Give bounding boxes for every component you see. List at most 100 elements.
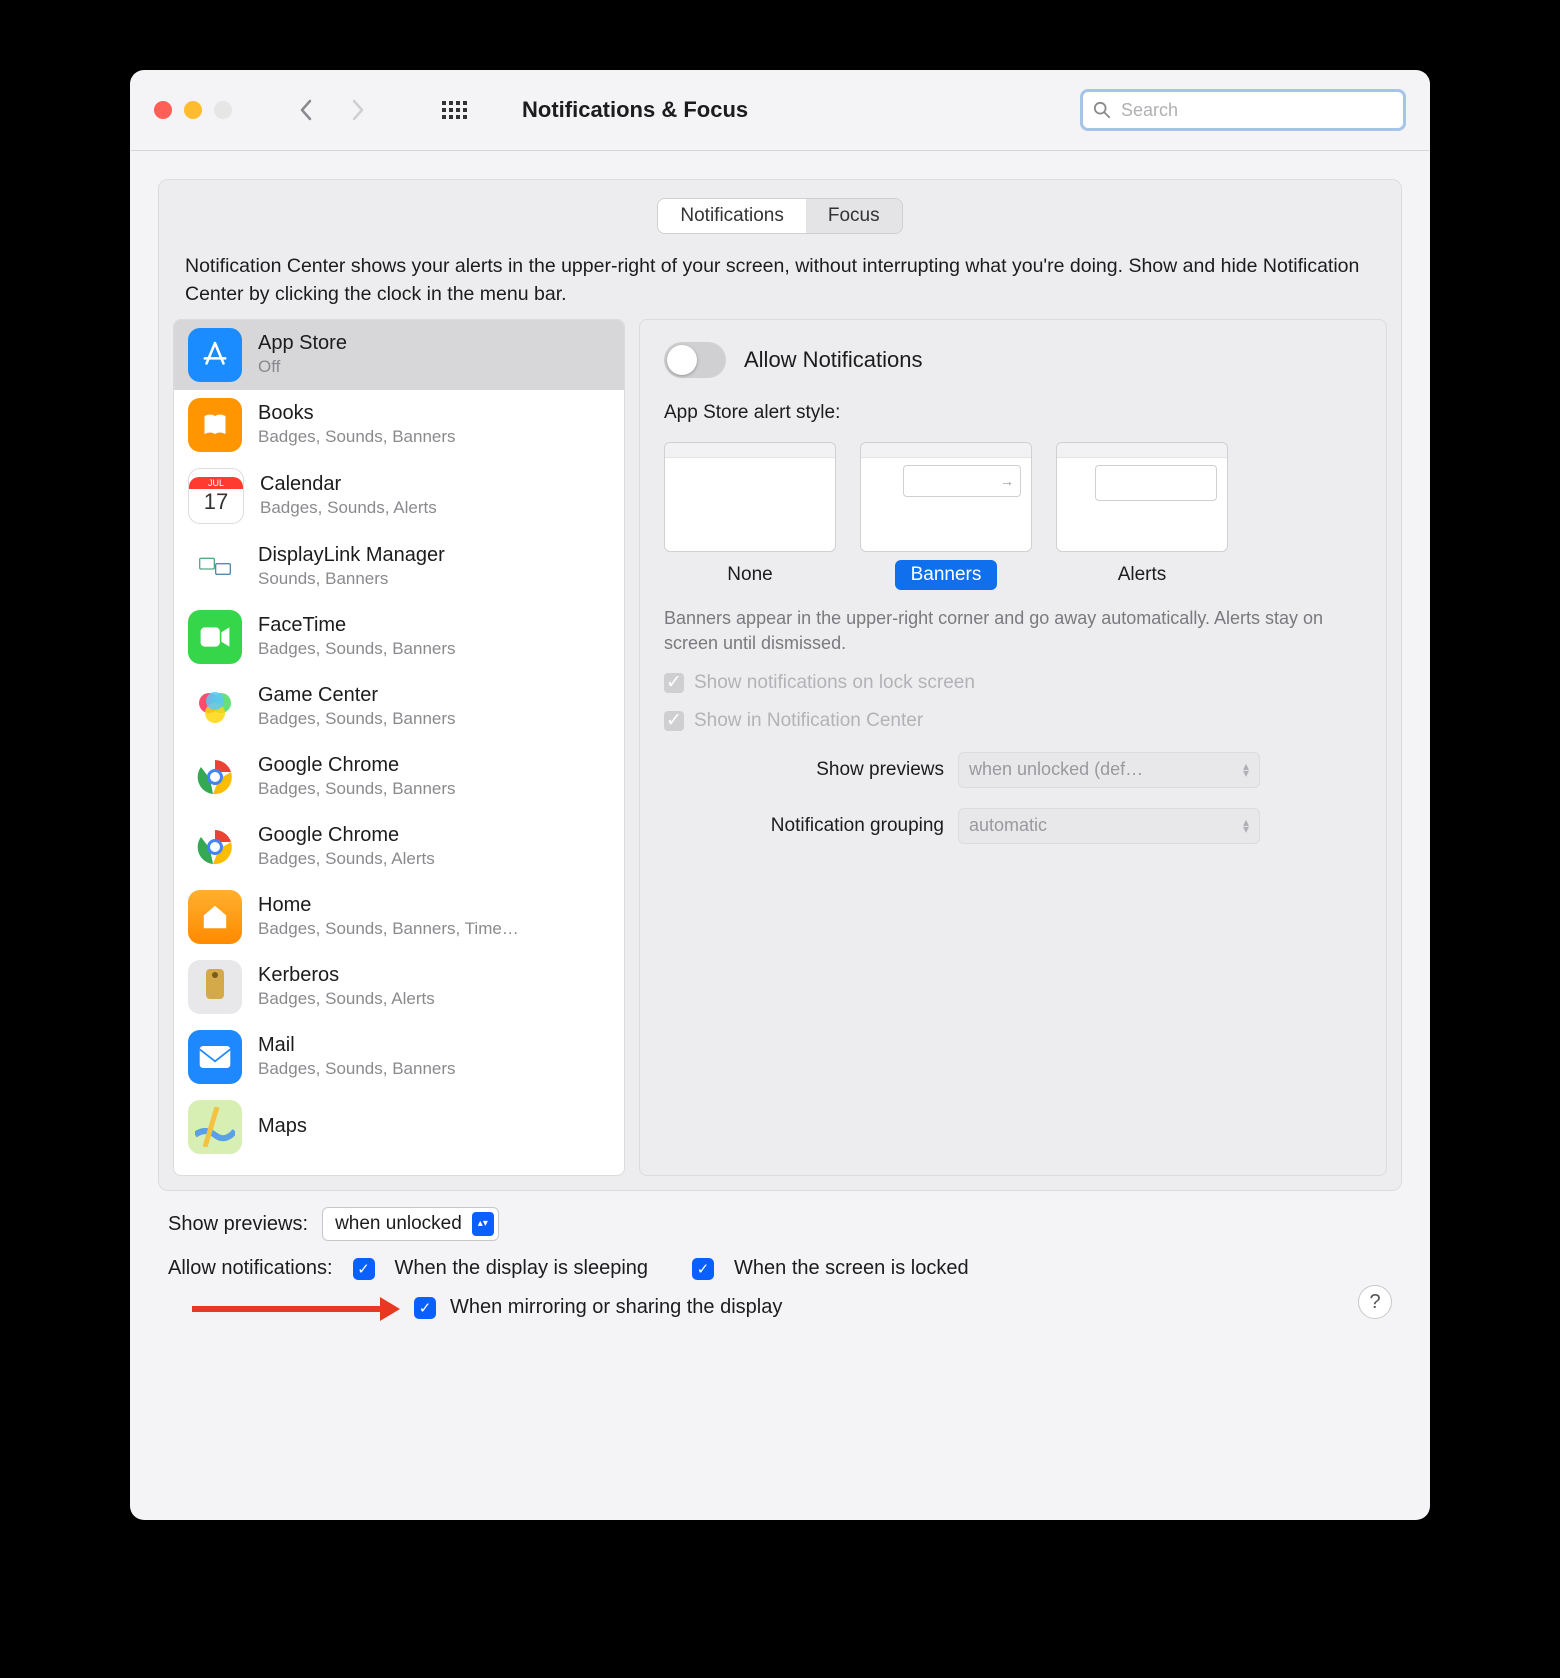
chevron-updown-icon: ▴▾ xyxy=(1243,763,1249,777)
search-input[interactable] xyxy=(1119,99,1393,122)
alert-style-none-label: None xyxy=(711,560,788,590)
app-subtitle: Sounds, Banners xyxy=(258,568,445,589)
app-subtitle: Badges, Sounds, Banners xyxy=(258,1058,456,1079)
allow-notifications-label: Allow Notifications xyxy=(744,347,923,373)
app-row-google-chrome[interactable]: Google Chrome Badges, Sounds, Alerts xyxy=(174,812,624,882)
main-panel: Notifications Focus Notification Center … xyxy=(158,179,1402,1191)
notification-grouping-select[interactable]: automatic ▴▾ xyxy=(958,808,1260,844)
zoom-window-button[interactable] xyxy=(214,101,232,119)
displaylink-icon xyxy=(188,540,242,594)
mail-icon xyxy=(188,1030,242,1084)
alert-style-banners[interactable]: → Banners xyxy=(860,442,1032,590)
notif-center-label: Show in Notification Center xyxy=(694,710,923,732)
app-list[interactable]: App Store Off Books Badges, Sounds, Bann… xyxy=(173,319,625,1176)
app-name: DisplayLink Manager xyxy=(258,543,445,568)
notification-grouping-label: Notification grouping xyxy=(664,815,944,837)
lock-screen-label: Show notifications on lock screen xyxy=(694,672,975,694)
app-subtitle: Badges, Sounds, Banners xyxy=(258,778,456,799)
app-subtitle: Badges, Sounds, Banners, Time… xyxy=(258,918,519,939)
locked-label: When the screen is locked xyxy=(734,1257,969,1280)
allow-notifications-toggle[interactable] xyxy=(664,342,726,378)
mirroring-label: When mirroring or sharing the display xyxy=(450,1296,782,1319)
preferences-window: Notifications & Focus Notifications Focu… xyxy=(130,70,1430,1520)
show-previews-label: Show previews: xyxy=(168,1213,308,1236)
alert-style-none[interactable]: None xyxy=(664,442,836,590)
app-row-app-store[interactable]: App Store Off xyxy=(174,320,624,390)
app-name: Google Chrome xyxy=(258,823,435,848)
show-previews-detail-select[interactable]: when unlocked (def… ▴▾ xyxy=(958,752,1260,788)
sleeping-label: When the display is sleeping xyxy=(395,1257,648,1280)
panel-description: Notification Center shows your alerts in… xyxy=(159,234,1401,319)
app-row-books[interactable]: Books Badges, Sounds, Banners xyxy=(174,390,624,460)
alert-style-alerts-label: Alerts xyxy=(1102,560,1183,590)
show-previews-detail-label: Show previews xyxy=(664,759,944,781)
app-subtitle: Badges, Sounds, Banners xyxy=(258,708,456,729)
forward-button[interactable] xyxy=(342,94,374,126)
mirroring-checkbox[interactable]: ✓ xyxy=(414,1297,436,1319)
app-subtitle: Off xyxy=(258,356,347,377)
back-button[interactable] xyxy=(290,94,322,126)
app-name: FaceTime xyxy=(258,613,456,638)
tab-group: Notifications Focus xyxy=(657,198,902,234)
chrome-icon xyxy=(188,820,242,874)
search-icon xyxy=(1093,101,1111,119)
show-previews-select[interactable]: when unlocked ▴▾ xyxy=(322,1207,499,1241)
app-subtitle: Badges, Sounds, Alerts xyxy=(258,988,435,1009)
app-name: App Store xyxy=(258,331,347,356)
app-name: Google Chrome xyxy=(258,753,456,778)
app-row-facetime[interactable]: FaceTime Badges, Sounds, Banners xyxy=(174,602,624,672)
window-controls xyxy=(154,101,232,119)
minimize-window-button[interactable] xyxy=(184,101,202,119)
show-all-button[interactable] xyxy=(438,94,470,126)
chevron-updown-icon: ▴▾ xyxy=(1243,819,1249,833)
appstore-icon xyxy=(188,328,242,382)
app-name: Books xyxy=(258,401,456,426)
app-name: Maps xyxy=(258,1114,307,1139)
gamecenter-icon xyxy=(188,680,242,734)
app-name: Game Center xyxy=(258,683,456,708)
app-row-kerberos[interactable]: Kerberos Badges, Sounds, Alerts xyxy=(174,952,624,1022)
app-row-maps[interactable]: Maps xyxy=(174,1092,624,1162)
chevron-updown-icon: ▴▾ xyxy=(472,1212,494,1236)
app-row-home[interactable]: Home Badges, Sounds, Banners, Time… xyxy=(174,882,624,952)
help-button[interactable]: ? xyxy=(1358,1285,1392,1319)
locked-checkbox[interactable]: ✓ xyxy=(692,1258,714,1280)
tab-notifications[interactable]: Notifications xyxy=(658,199,806,233)
app-subtitle: Badges, Sounds, Banners xyxy=(258,426,456,447)
annotation-arrow xyxy=(192,1306,382,1312)
app-detail: Allow Notifications App Store alert styl… xyxy=(639,319,1387,1176)
facetime-icon xyxy=(188,610,242,664)
sleeping-checkbox[interactable]: ✓ xyxy=(353,1258,375,1280)
chrome-icon xyxy=(188,750,242,804)
lock-screen-checkbox-row: ✓ Show notifications on lock screen xyxy=(664,672,1362,694)
app-name: Kerberos xyxy=(258,963,435,988)
close-window-button[interactable] xyxy=(154,101,172,119)
app-name: Home xyxy=(258,893,519,918)
app-row-displaylink-manager[interactable]: DisplayLink Manager Sounds, Banners xyxy=(174,532,624,602)
calendar-icon: JUL17 xyxy=(188,468,244,524)
toolbar: Notifications & Focus xyxy=(130,70,1430,151)
tab-focus[interactable]: Focus xyxy=(806,199,902,233)
alert-style-banners-label: Banners xyxy=(895,560,998,590)
allow-notifications-label: Allow notifications: xyxy=(168,1257,333,1280)
app-subtitle: Badges, Sounds, Alerts xyxy=(260,497,437,518)
alert-style-heading: App Store alert style: xyxy=(664,402,1362,424)
alert-style-description: Banners appear in the upper-right corner… xyxy=(664,606,1362,656)
app-subtitle: Badges, Sounds, Alerts xyxy=(258,848,435,869)
notif-center-checkbox[interactable]: ✓ xyxy=(664,711,684,731)
app-row-calendar[interactable]: JUL17 Calendar Badges, Sounds, Alerts xyxy=(174,460,624,532)
search-field[interactable] xyxy=(1080,89,1406,131)
app-subtitle: Badges, Sounds, Banners xyxy=(258,638,456,659)
app-row-google-chrome[interactable]: Google Chrome Badges, Sounds, Banners xyxy=(174,742,624,812)
app-name: Calendar xyxy=(260,472,437,497)
alert-style-alerts[interactable]: Alerts xyxy=(1056,442,1228,590)
window-title: Notifications & Focus xyxy=(522,97,748,123)
books-icon xyxy=(188,398,242,452)
app-row-mail[interactable]: Mail Badges, Sounds, Banners xyxy=(174,1022,624,1092)
notif-center-checkbox-row: ✓ Show in Notification Center xyxy=(664,710,1362,732)
kerberos-icon xyxy=(188,960,242,1014)
app-row-game-center[interactable]: Game Center Badges, Sounds, Banners xyxy=(174,672,624,742)
maps-icon xyxy=(188,1100,242,1154)
lock-screen-checkbox[interactable]: ✓ xyxy=(664,673,684,693)
bottom-controls: Show previews: when unlocked ▴▾ Allow no… xyxy=(158,1191,1402,1319)
